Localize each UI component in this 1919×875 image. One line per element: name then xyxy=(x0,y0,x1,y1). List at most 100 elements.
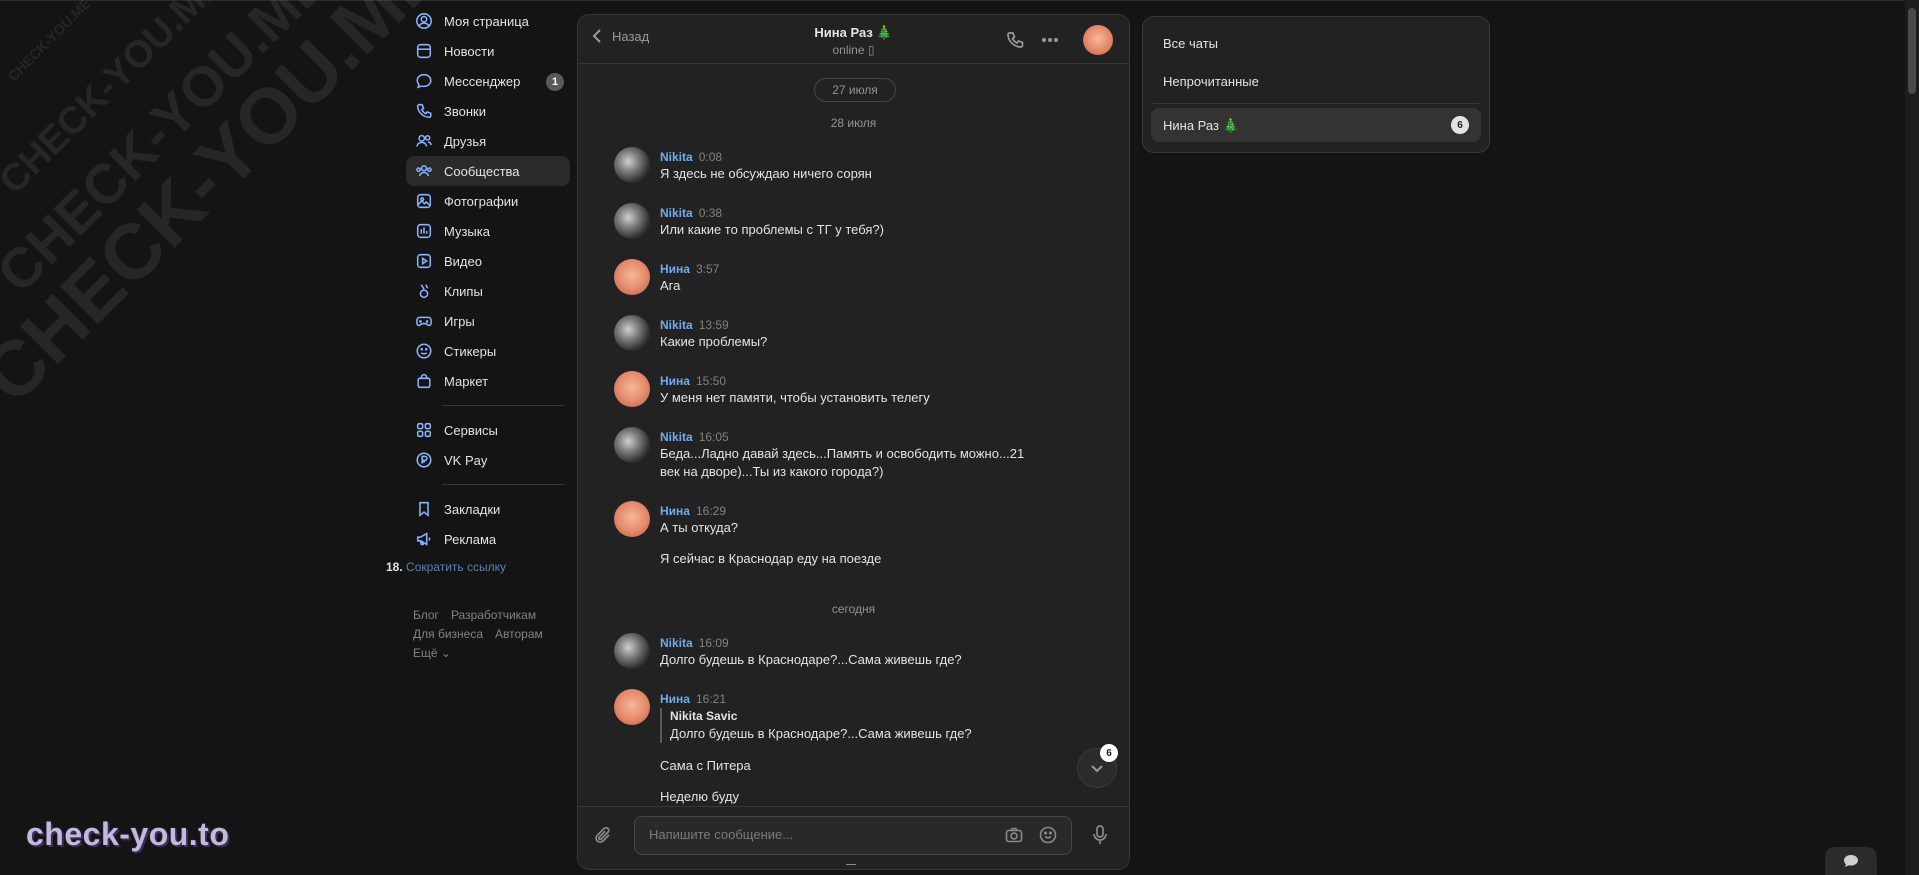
nav-item-vkpay[interactable]: VK Pay xyxy=(406,445,570,475)
nav-item-label: Новости xyxy=(444,43,495,59)
avatar[interactable] xyxy=(614,147,650,183)
footer-links: Блог Разработчикам Для бизнеса Авторам Ещё… xyxy=(413,606,573,663)
reply-quote[interactable]: Nikita Savic Долго будешь в Краснодаре?.… xyxy=(660,708,972,743)
message-list[interactable]: 27 июля 28 июля Nikita 0:08 Я здесь не об… xyxy=(578,64,1129,819)
nav-item-label: Музыка xyxy=(444,223,490,239)
call-button[interactable] xyxy=(1005,30,1025,53)
video-icon xyxy=(414,251,434,271)
chat-header: Назад Нина Раз 🎄 online ▯ xyxy=(578,15,1129,64)
chat-avatar[interactable] xyxy=(1083,25,1113,55)
voice-message-button[interactable] xyxy=(1090,824,1110,849)
nav-item-clips[interactable]: Клипы xyxy=(406,276,570,306)
chevron-down-icon xyxy=(1091,765,1103,773)
nav-item-label: Сообщества xyxy=(444,163,520,179)
nav-item-video[interactable]: Видео xyxy=(406,246,570,276)
message-author[interactable]: Nikita xyxy=(660,318,693,332)
nav-item-music[interactable]: Музыка xyxy=(406,216,570,246)
avatar[interactable] xyxy=(614,371,650,407)
message-time: 0:38 xyxy=(698,206,723,220)
nav-item-label: Моя страница xyxy=(444,13,529,29)
resize-handle[interactable] xyxy=(846,864,856,869)
message-text: Какие проблемы? xyxy=(660,334,768,349)
nav-item-label: Видео xyxy=(444,253,482,269)
nav-item-my-page[interactable]: Моя страница xyxy=(406,6,570,36)
nav-item-market[interactable]: Маркет xyxy=(406,366,570,396)
nav-item-photos[interactable]: Фотографии xyxy=(406,186,570,216)
message-author[interactable]: Нина xyxy=(660,262,690,276)
nav-item-news[interactable]: Новости xyxy=(406,36,570,66)
emoji-button[interactable] xyxy=(1038,825,1058,848)
page-scrollbar[interactable] xyxy=(1905,0,1919,875)
message-author[interactable]: Nikita xyxy=(660,206,693,220)
avatar[interactable] xyxy=(614,259,650,295)
nav-item-label: Звонки xyxy=(444,103,486,119)
camera-button[interactable] xyxy=(1004,825,1024,848)
nav-item-label: Стикеры xyxy=(444,343,497,359)
nav-item-bookmarks[interactable]: Закладки xyxy=(406,494,570,524)
nav-item-services[interactable]: Сервисы xyxy=(406,415,570,445)
nav-item-label: Клипы xyxy=(444,283,483,299)
filter-chat-name: Нина Раз 🎄 xyxy=(1163,118,1239,133)
camera-icon xyxy=(1005,827,1023,843)
message-author[interactable]: Нина xyxy=(660,374,690,388)
nav-item-friends[interactable]: Друзья xyxy=(406,126,570,156)
attach-button[interactable] xyxy=(593,825,615,850)
chat-filters-panel: Все чаты Непрочитанные Нина Раз 🎄 6 xyxy=(1142,16,1490,153)
message-text: Сама с Питера xyxy=(660,758,751,773)
filter-all-chats[interactable]: Все чаты xyxy=(1163,36,1218,51)
footer-link-blog[interactable]: Блог xyxy=(413,608,439,622)
avatar[interactable] xyxy=(614,203,650,239)
avatar[interactable] xyxy=(614,633,650,669)
nav-item-calls[interactable]: Звонки xyxy=(406,96,570,126)
scrollbar-thumb[interactable] xyxy=(1908,8,1916,94)
footer-link-developers[interactable]: Разработчикам xyxy=(451,608,536,622)
vkpay-icon xyxy=(414,450,434,470)
message-text: Долго будешь в Краснодаре?...Сама живешь… xyxy=(660,652,962,667)
unread-count-badge: 6 xyxy=(1100,744,1118,762)
avatar[interactable] xyxy=(614,315,650,351)
message-text: А ты откуда? xyxy=(660,520,739,535)
chat-panel: Назад Нина Раз 🎄 online ▯ 27 июля 28 июл… xyxy=(577,14,1130,870)
message-author[interactable]: Nikita xyxy=(660,150,693,164)
photo-icon xyxy=(414,191,434,211)
nav-item-ads[interactable]: Реклама xyxy=(406,524,570,554)
footer-link-authors[interactable]: Авторам xyxy=(495,627,543,641)
nav-item-games[interactable]: Игры xyxy=(406,306,570,336)
gamepad-icon xyxy=(414,311,434,331)
phone-icon xyxy=(414,101,434,121)
more-button[interactable] xyxy=(1040,30,1060,53)
nav-item-label: Сервисы xyxy=(444,422,498,438)
message-time: 16:29 xyxy=(695,504,726,518)
footer-link-more[interactable]: Ещё ⌄ xyxy=(413,646,451,660)
nav-item-label: Мессенджер xyxy=(444,73,521,89)
left-nav: Моя страница Новости Мессенджер 1 Звонки… xyxy=(406,6,570,554)
nav-item-stickers[interactable]: Стикеры xyxy=(406,336,570,366)
filter-unread[interactable]: Непрочитанные xyxy=(1163,74,1259,89)
nav-item-messenger[interactable]: Мессенджер 1 xyxy=(406,66,570,96)
nav-item-label: Фотографии xyxy=(444,193,519,209)
nav-item-label: Закладки xyxy=(444,501,501,517)
avatar[interactable] xyxy=(614,501,650,537)
message-author[interactable]: Нина xyxy=(660,692,690,706)
avatar[interactable] xyxy=(614,689,650,725)
phone-icon xyxy=(1007,32,1024,48)
watermark: CHECK-YOU.ME xyxy=(0,0,340,305)
nav-item-communities[interactable]: Сообщества xyxy=(406,156,570,186)
filter-chat-item[interactable]: Нина Раз 🎄 6 xyxy=(1151,108,1481,142)
message-author[interactable]: Нина xyxy=(660,504,690,518)
shorten-link[interactable]: Сократить ссылку xyxy=(406,560,506,574)
message-input[interactable] xyxy=(647,826,981,843)
message-author[interactable]: Nikita xyxy=(660,636,693,650)
unread-badge: 1 xyxy=(546,73,564,91)
brand-watermark: check-you.to xyxy=(26,816,230,852)
message-text: У меня нет памяти, чтобы установить теле… xyxy=(660,390,930,405)
date-pill: 27 июля xyxy=(814,78,896,102)
open-chats-button[interactable] xyxy=(1825,847,1877,875)
message-author[interactable]: Nikita xyxy=(660,430,693,444)
footer-link-business[interactable]: Для бизнеса xyxy=(413,627,483,641)
avatar[interactable] xyxy=(614,427,650,463)
chat-bubble-icon xyxy=(1844,855,1858,867)
top-divider xyxy=(0,0,1919,1)
message-text: Или какие то проблемы с ТГ у тебя?) xyxy=(660,222,884,237)
message-text: Я сейчас в Краснодар еду на поезде xyxy=(660,551,882,566)
